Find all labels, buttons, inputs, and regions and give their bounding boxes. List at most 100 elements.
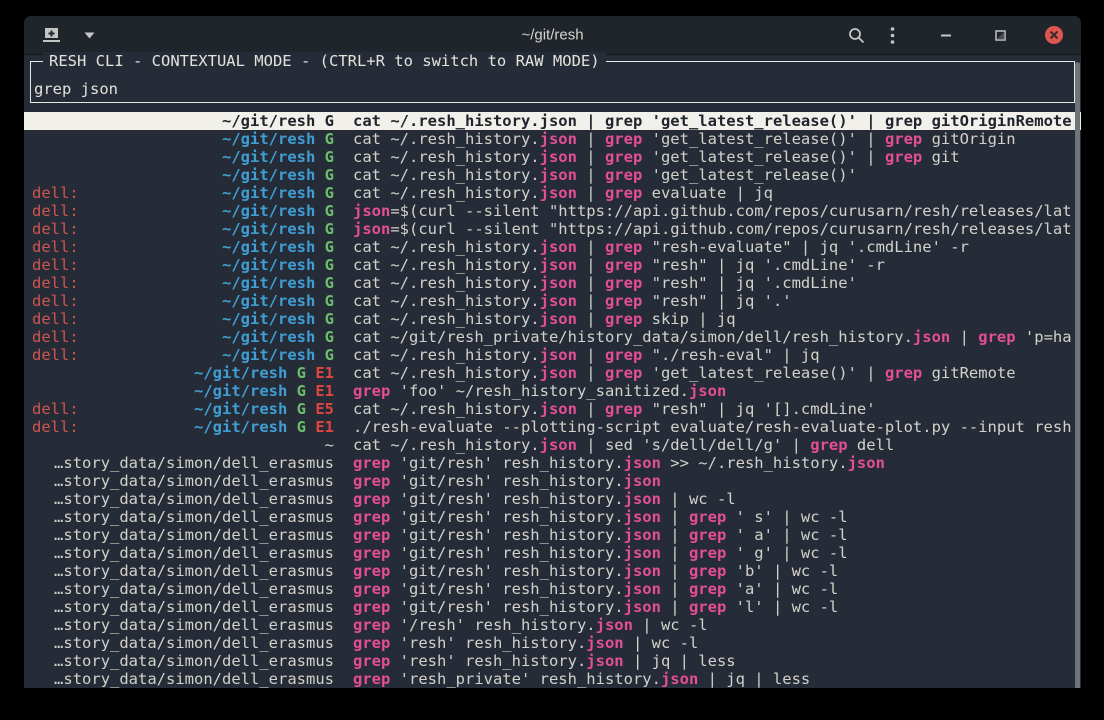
history-row[interactable]: dell:~/git/resh G cat ~/.resh_history.js… bbox=[24, 238, 1081, 256]
command-text: cat ~/.resh_history. bbox=[353, 364, 540, 382]
row-location: …story_data/simon/dell_erasmus bbox=[32, 508, 334, 526]
command-text: skip | jq bbox=[642, 310, 735, 328]
match-highlight: grep bbox=[605, 256, 642, 274]
history-row[interactable]: ~/git/resh G E1 grep 'foo' ~/resh_histor… bbox=[24, 382, 1081, 400]
history-row[interactable]: dell:~/git/resh G cat ~/.resh_history.js… bbox=[24, 346, 1081, 364]
git-flag: G bbox=[315, 130, 334, 148]
menu-button[interactable] bbox=[879, 22, 905, 48]
command-text: | bbox=[577, 274, 605, 292]
row-command: cat ~/.resh_history.json | grep "./resh-… bbox=[334, 346, 1081, 364]
history-row[interactable]: ~ cat ~/.resh_history.json | sed 's/dell… bbox=[24, 436, 1081, 454]
history-row[interactable]: …story_data/simon/dell_erasmus grep 'git… bbox=[24, 526, 1081, 544]
command-text: evaluate | jq bbox=[642, 184, 773, 202]
row-command: cat ~/.resh_history.json | grep 'get_lat… bbox=[334, 130, 1081, 148]
search-icon bbox=[848, 27, 865, 44]
row-directory: …story_data/simon/dell_erasmus bbox=[54, 508, 334, 526]
history-row[interactable]: dell:~/git/resh G E1 ./resh-evaluate --p… bbox=[24, 418, 1081, 436]
history-row[interactable]: dell:~/git/resh G cat ~/.resh_history.js… bbox=[24, 184, 1081, 202]
command-text: | bbox=[577, 400, 605, 418]
command-text: | bbox=[577, 130, 605, 148]
restore-button[interactable] bbox=[987, 22, 1013, 48]
history-row[interactable]: …story_data/simon/dell_erasmus grep 'git… bbox=[24, 580, 1081, 598]
command-text: cat ~/.resh_history. bbox=[353, 310, 540, 328]
history-row[interactable]: …story_data/simon/dell_erasmus grep 'res… bbox=[24, 634, 1081, 652]
history-row[interactable]: dell:~/git/resh G json=$(curl --silent "… bbox=[24, 220, 1081, 238]
command-text: | wc -l bbox=[661, 490, 736, 508]
row-directory: …story_data/simon/dell_erasmus bbox=[54, 526, 334, 544]
query-input[interactable]: grep json bbox=[31, 80, 1074, 98]
row-command: cat ~/.resh_history.json | grep 'get_lat… bbox=[334, 166, 1081, 184]
row-flags: G bbox=[315, 220, 334, 238]
minimize-button[interactable] bbox=[933, 22, 959, 48]
row-location: …story_data/simon/dell_erasmus bbox=[32, 634, 334, 652]
command-text: | bbox=[950, 328, 978, 346]
history-row[interactable]: ~/git/resh G E1 cat ~/.resh_history.json… bbox=[24, 364, 1081, 382]
command-text: 'git/resh' resh_history. bbox=[390, 598, 623, 616]
new-tab-icon bbox=[42, 27, 61, 43]
command-text: | bbox=[577, 346, 605, 364]
history-row[interactable]: ~/git/resh G cat ~/.resh_history.json | … bbox=[24, 166, 1081, 184]
history-row[interactable]: dell:~/git/resh G json=$(curl --silent "… bbox=[24, 202, 1081, 220]
command-text: 'get_latest_release()' | bbox=[642, 364, 885, 382]
history-row[interactable]: …story_data/simon/dell_erasmus grep 'git… bbox=[24, 598, 1081, 616]
row-location: dell:~/git/resh G E1 bbox=[32, 418, 334, 436]
row-directory: …story_data/simon/dell_erasmus bbox=[54, 580, 334, 598]
command-text: | jq | less bbox=[698, 670, 810, 688]
git-flag: G bbox=[287, 400, 306, 418]
close-button[interactable] bbox=[1041, 22, 1067, 48]
command-text: | bbox=[577, 238, 605, 256]
history-row[interactable]: dell:~/git/resh G cat ~/git/resh_private… bbox=[24, 328, 1081, 346]
history-row[interactable]: dell:~/git/resh G cat ~/.resh_history.js… bbox=[24, 256, 1081, 274]
history-row[interactable]: …story_data/simon/dell_erasmus grep 'git… bbox=[24, 508, 1081, 526]
history-row[interactable]: …story_data/simon/dell_erasmus grep 'res… bbox=[24, 670, 1081, 688]
match-highlight: grep bbox=[605, 310, 642, 328]
row-location: ~/git/resh G bbox=[32, 130, 334, 148]
history-row[interactable]: dell:~/git/resh G cat ~/.resh_history.js… bbox=[24, 274, 1081, 292]
history-row[interactable]: dell:~/git/resh G cat ~/.resh_history.js… bbox=[24, 292, 1081, 310]
match-highlight: json bbox=[848, 454, 885, 472]
history-row[interactable]: ~/git/resh G cat ~/.resh_history.json | … bbox=[24, 130, 1081, 148]
history-row[interactable]: …story_data/simon/dell_erasmus grep 'git… bbox=[24, 454, 1081, 472]
command-text: json bbox=[540, 112, 577, 130]
history-row[interactable]: dell:~/git/resh G cat ~/.resh_history.js… bbox=[24, 310, 1081, 328]
match-highlight: grep bbox=[689, 526, 726, 544]
new-tab-button[interactable] bbox=[38, 22, 64, 48]
match-highlight: json bbox=[689, 382, 726, 400]
history-row[interactable]: …story_data/simon/dell_erasmus grep 'res… bbox=[24, 652, 1081, 670]
command-text: 'git/resh' resh_history. bbox=[390, 508, 623, 526]
command-text: 'resh' resh_history. bbox=[390, 634, 586, 652]
row-command: cat ~/git/resh_private/history_data/simo… bbox=[334, 328, 1081, 346]
history-row[interactable]: dell:~/git/resh G E5 cat ~/.resh_history… bbox=[24, 400, 1081, 418]
match-highlight: grep bbox=[353, 580, 390, 598]
match-highlight: grep bbox=[605, 292, 642, 310]
match-highlight: grep bbox=[605, 166, 642, 184]
git-flag: G bbox=[315, 184, 334, 202]
row-command: cat ~/.resh_history.json | grep evaluate… bbox=[334, 184, 1081, 202]
row-directory: …story_data/simon/dell_erasmus bbox=[54, 670, 334, 688]
row-command: grep 'git/resh' resh_history.json | grep… bbox=[334, 598, 1081, 616]
match-highlight: json bbox=[540, 256, 577, 274]
command-text: cat ~/git/resh_private/history_data/simo… bbox=[353, 328, 913, 346]
history-row[interactable]: …story_data/simon/dell_erasmus grep 'git… bbox=[24, 472, 1081, 490]
match-highlight: json bbox=[353, 220, 390, 238]
row-directory: …story_data/simon/dell_erasmus bbox=[54, 490, 334, 508]
row-flags: G bbox=[315, 202, 334, 220]
history-row[interactable]: …story_data/simon/dell_erasmus grep 'git… bbox=[24, 562, 1081, 580]
history-row[interactable]: ~/git/resh G cat ~/.resh_history.json | … bbox=[24, 148, 1081, 166]
match-highlight: grep bbox=[353, 526, 390, 544]
history-row[interactable]: …story_data/simon/dell_erasmus grep 'git… bbox=[24, 544, 1081, 562]
git-flag: G bbox=[315, 274, 334, 292]
row-location: ~/git/resh G bbox=[32, 112, 334, 130]
search-button[interactable] bbox=[843, 22, 869, 48]
scrollbar[interactable] bbox=[1075, 62, 1080, 688]
tab-dropdown-button[interactable] bbox=[76, 22, 102, 48]
history-row[interactable]: …story_data/simon/dell_erasmus grep 'git… bbox=[24, 490, 1081, 508]
history-row[interactable]: …story_data/simon/dell_erasmus grep '/re… bbox=[24, 616, 1081, 634]
match-highlight: json bbox=[624, 598, 661, 616]
row-location: …story_data/simon/dell_erasmus bbox=[32, 562, 334, 580]
history-row[interactable]: ~/git/resh G cat ~/.resh_history.json | … bbox=[24, 112, 1081, 130]
command-text: | bbox=[577, 148, 605, 166]
match-highlight: json bbox=[540, 436, 577, 454]
row-directory: ~/git/resh bbox=[222, 346, 315, 364]
row-location: dell:~/git/resh G bbox=[32, 256, 334, 274]
